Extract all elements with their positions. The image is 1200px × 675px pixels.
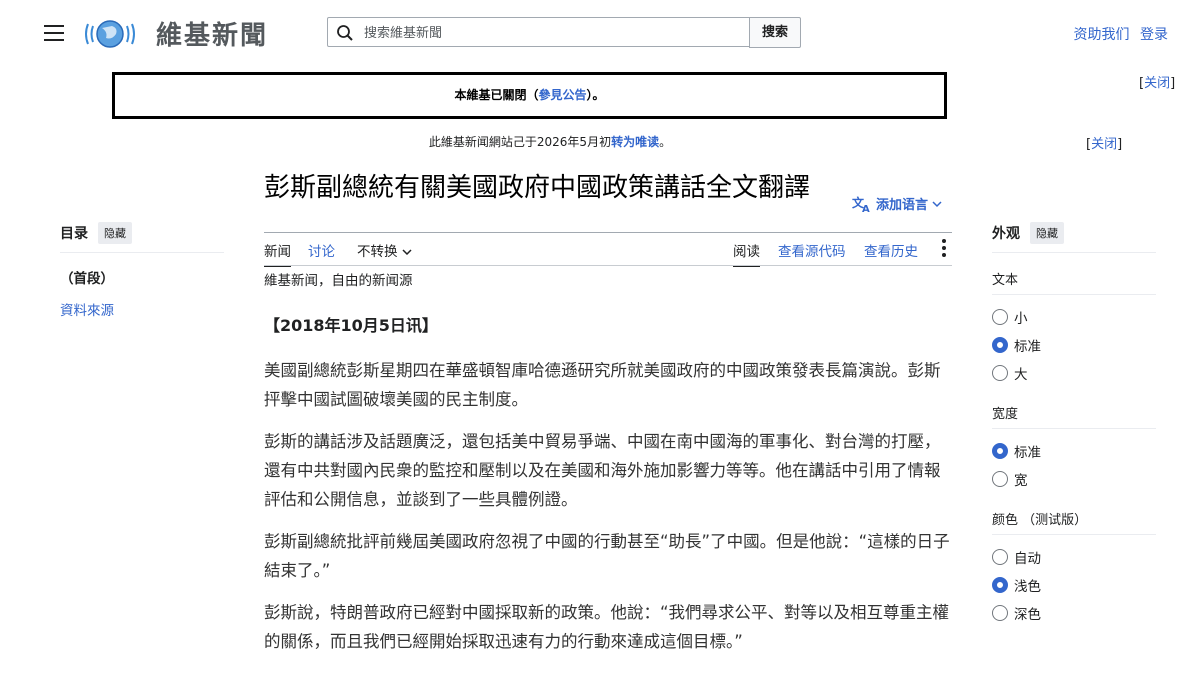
svg-text:A: A xyxy=(862,204,870,213)
translate-icon: 文 A xyxy=(852,195,870,213)
add-language-label: 添加语言 xyxy=(876,198,929,213)
tab-variant-label: 不转换 xyxy=(357,244,398,260)
page-title: 彭斯副總統有關美國政府中國政策講話全文翻譯 xyxy=(264,173,811,203)
site-notice-text: 本維基已關閉（ xyxy=(454,88,539,102)
search-button[interactable]: 搜索 xyxy=(749,17,801,48)
toc-hide-button[interactable]: 隐藏 xyxy=(98,222,132,244)
radio-label: 标准 xyxy=(1014,445,1041,461)
color-label: 颜色 （测试版） xyxy=(992,509,1156,535)
site-wordmark[interactable]: 維基新聞 xyxy=(156,15,268,52)
readonly-notice: 此維基新闻網站己于2026年5月初转为唯读。 xyxy=(0,133,1100,150)
radio-unchecked-icon xyxy=(992,471,1008,487)
main-menu-button[interactable] xyxy=(44,24,64,42)
text-size-standard-radio[interactable]: 标准 xyxy=(992,331,1156,359)
radio-label: 自动 xyxy=(1014,551,1041,567)
color-light-radio[interactable]: 浅色 xyxy=(992,571,1156,599)
search-input[interactable] xyxy=(362,22,746,44)
paragraph: 彭斯說，特朗普政府已經對中國採取新的政策。他說：“我們尋求公平、對等以及相互尊重… xyxy=(264,603,950,651)
site-notice: 本維基已關閉（參見公告）。 xyxy=(112,72,947,119)
appearance-hide-button[interactable]: 隐藏 xyxy=(1030,222,1064,244)
chevron-down-icon xyxy=(402,249,412,256)
color-dark-radio[interactable]: 深色 xyxy=(992,599,1156,627)
radio-label: 深色 xyxy=(1014,607,1041,623)
close-notice-2-link[interactable]: 关闭 xyxy=(1091,137,1117,152)
radio-label: 宽 xyxy=(1014,473,1028,489)
donate-link[interactable]: 资助我们 xyxy=(1074,27,1130,43)
radio-label: 小 xyxy=(1014,311,1028,327)
toc-header: 目录 隐藏 xyxy=(60,222,224,253)
radio-unchecked-icon xyxy=(992,365,1008,381)
dateline: 【2018年10月5日讯】 xyxy=(264,316,438,335)
close-notice-1-link[interactable]: 关闭 xyxy=(1144,76,1170,91)
more-actions-icon[interactable] xyxy=(937,238,949,260)
radio-unchecked-icon xyxy=(992,549,1008,565)
site-notice-suffix: ）。 xyxy=(586,88,605,102)
tab-view-history[interactable]: 查看历史 xyxy=(864,240,918,265)
readonly-notice-text: 此維基新闻網站己于2026年5月初 xyxy=(428,135,612,149)
appearance-header: 外观 隐藏 xyxy=(992,222,1156,253)
text-size-small-radio[interactable]: 小 xyxy=(992,303,1156,331)
radio-unchecked-icon xyxy=(992,605,1008,621)
toc-heading: 目录 xyxy=(60,226,88,242)
radio-checked-icon xyxy=(992,337,1008,353)
paragraph: 美國副總統彭斯星期四在華盛頓智庫哈德遜研究所就美國政府的中國政策發表長篇演說。彭… xyxy=(264,361,941,409)
add-language-button[interactable]: 文 A 添加语言 xyxy=(852,194,942,213)
appearance-panel: 外观 隐藏 文本 小 标准 大 宽度 标准 宽 颜色 （测试版） 自动 浅色 深… xyxy=(992,222,1156,627)
tab-view-source[interactable]: 查看源代码 xyxy=(778,240,846,265)
radio-checked-icon xyxy=(992,443,1008,459)
site-tagline: 維基新闻，自由的新闻源 xyxy=(264,273,413,289)
width-wide-radio[interactable]: 宽 xyxy=(992,465,1156,493)
toc-item-sources[interactable]: 資料來源 xyxy=(60,299,224,319)
readonly-notice-suffix: 。 xyxy=(659,135,672,149)
article-body: 美國副總統彭斯星期四在華盛頓智庫哈德遜研究所就美國政府的中國政策發表長篇演說。彭… xyxy=(264,356,952,669)
chevron-down-icon xyxy=(932,200,942,207)
text-size-large-radio[interactable]: 大 xyxy=(992,359,1156,387)
tab-read[interactable]: 阅读 xyxy=(733,240,760,267)
width-standard-radio[interactable]: 标准 xyxy=(992,437,1156,465)
tabs-divider xyxy=(264,265,952,266)
color-auto-radio[interactable]: 自动 xyxy=(992,543,1156,571)
radio-unchecked-icon xyxy=(992,309,1008,325)
radio-label: 标准 xyxy=(1014,339,1041,355)
radio-checked-icon xyxy=(992,577,1008,593)
paragraph: 彭斯副總統批評前幾屆美國政府忽視了中國的行動甚至“助長”了中國。但是他說：“這樣… xyxy=(264,532,950,580)
table-of-contents: 目录 隐藏 （首段） 資料來源 xyxy=(60,222,224,319)
width-label: 宽度 xyxy=(992,403,1156,429)
radio-label: 大 xyxy=(1014,367,1028,383)
search-icon xyxy=(337,25,353,41)
tab-discussion[interactable]: 讨论 xyxy=(308,240,335,265)
paragraph: 彭斯的講話涉及話題廣泛，還包括美中貿易爭端、中國在南中國海的軍事化、對台灣的打壓… xyxy=(264,432,941,509)
dismiss-notice-1: [关闭] xyxy=(1139,76,1176,91)
wikinews-logo-icon[interactable] xyxy=(82,14,138,54)
login-link[interactable]: 登录 xyxy=(1140,27,1168,43)
text-size-label: 文本 xyxy=(992,269,1156,295)
appearance-heading: 外观 xyxy=(992,226,1020,242)
user-nav: 资助我们 登录 xyxy=(1068,24,1168,44)
toc-item-lead[interactable]: （首段） xyxy=(60,267,224,287)
search-box[interactable] xyxy=(327,17,751,47)
readonly-link[interactable]: 转为唯读 xyxy=(611,135,659,149)
tab-news[interactable]: 新闻 xyxy=(264,240,291,267)
tab-variant[interactable]: 不转换 xyxy=(357,240,412,265)
announcement-link[interactable]: 參見公告 xyxy=(538,88,586,102)
radio-label: 浅色 xyxy=(1014,579,1041,595)
title-divider xyxy=(264,232,952,233)
dismiss-notice-2: [关闭] xyxy=(1086,137,1123,152)
